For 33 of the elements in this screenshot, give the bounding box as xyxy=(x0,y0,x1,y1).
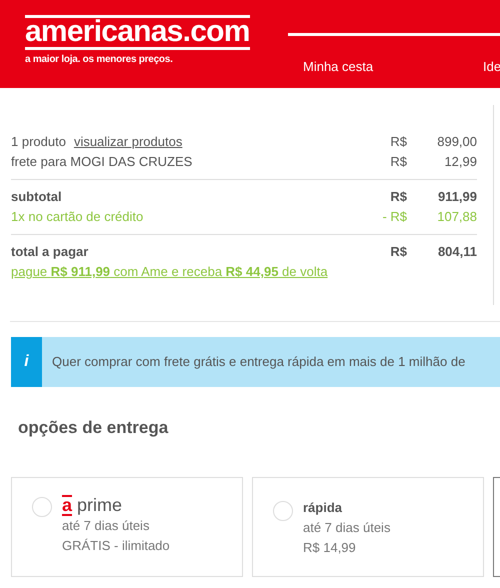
prime-logo: a xyxy=(62,494,72,516)
amount: 107,88 xyxy=(436,208,477,226)
amount: 804,11 xyxy=(436,243,477,261)
section-heading: opções de entrega xyxy=(18,417,168,439)
radio-button[interactable] xyxy=(273,500,293,520)
currency-label: R$ xyxy=(389,133,407,151)
delivery-option-card[interactable]: a prime até 7 dias úteis GRÁTIS - ilimitado xyxy=(11,476,243,576)
currency-label: R$ xyxy=(389,153,407,171)
summary-label: subtotal xyxy=(11,188,62,206)
currency-label: R$ xyxy=(389,188,407,206)
option-title: prime xyxy=(77,494,122,516)
summary-label: frete para MOGI DAS CRUZES xyxy=(11,153,192,171)
currency-label: - R$ xyxy=(381,208,407,226)
summary-label: 1 produto xyxy=(11,133,66,151)
nav-link[interactable]: Minha cesta xyxy=(303,57,374,76)
logo[interactable]: americanas.com xyxy=(25,15,250,50)
info-text: Quer comprar com frete grátis e entrega rápida em mais de 1 milhão de xyxy=(51,353,466,372)
radio-button[interactable] xyxy=(32,496,52,516)
option-detail: GRÁTIS - ilimitado xyxy=(62,536,170,554)
tagline: a maior loja. os menores preços. xyxy=(25,53,173,67)
summary-label: total a pagar xyxy=(11,243,88,261)
amount: 911,99 xyxy=(436,188,477,206)
option-detail: até 7 dias úteis xyxy=(303,518,390,536)
amount: 12,99 xyxy=(443,153,477,171)
option-detail: R$ 14,99 xyxy=(303,538,357,556)
currency-label: R$ xyxy=(389,243,407,261)
delivery-option-card[interactable]: rápida até 7 dias úteis R$ 14,99 xyxy=(252,476,484,576)
summary-label: 1x no cartão de crédito xyxy=(11,208,144,226)
option-detail: até 7 dias úteis xyxy=(62,516,150,534)
option-title: rápida xyxy=(303,498,342,517)
amount: 899,00 xyxy=(436,133,477,151)
info-icon: i xyxy=(11,337,42,387)
view-products-link[interactable]: visualizar produtos xyxy=(74,133,182,151)
